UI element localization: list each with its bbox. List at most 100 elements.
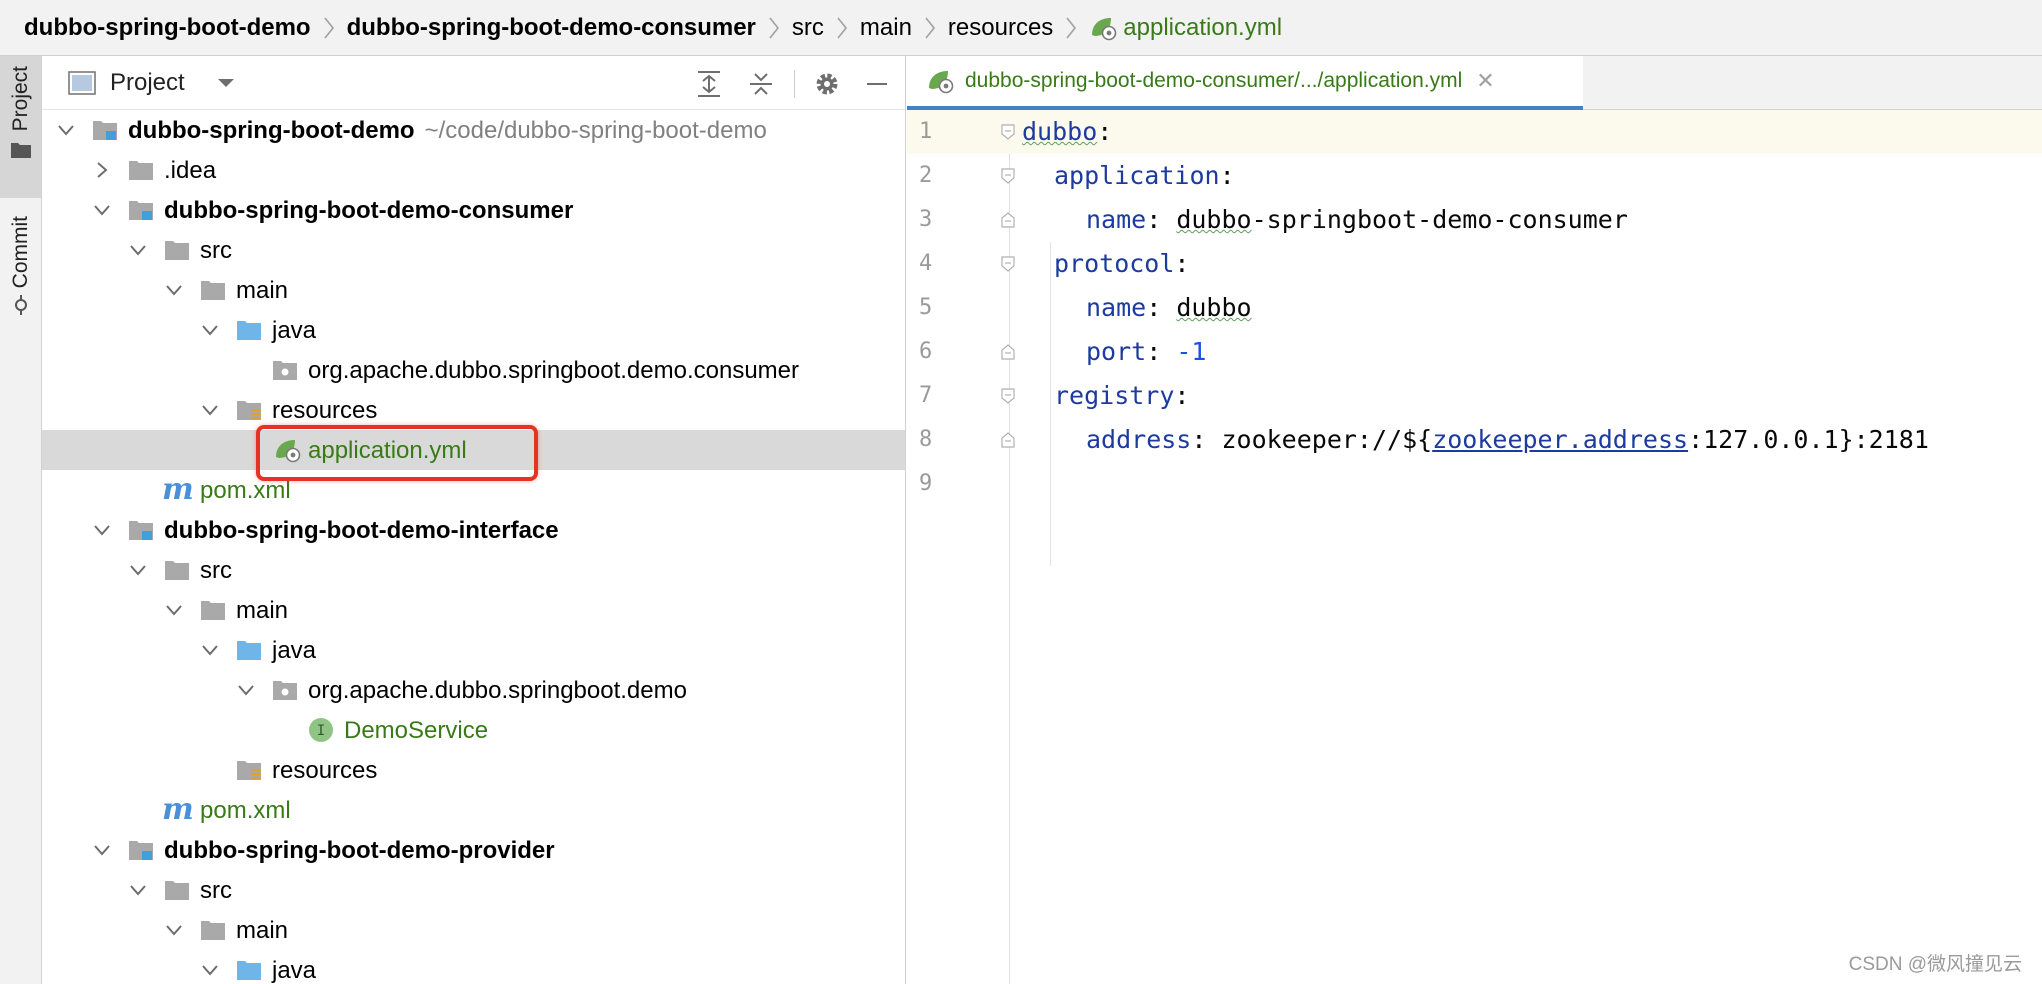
chevron-down-icon[interactable] xyxy=(200,400,220,420)
dropdown-arrow-icon[interactable] xyxy=(215,76,237,90)
tree-row-main[interactable]: main xyxy=(42,910,905,950)
fold-end-icon[interactable] xyxy=(1001,432,1015,448)
package-icon xyxy=(273,361,297,380)
code-line: 4 protocol: xyxy=(907,242,2042,286)
tree-row-java[interactable]: java xyxy=(42,630,905,670)
collapse-all-icon[interactable] xyxy=(746,69,776,99)
tree-row-root-module[interactable]: dubbo-spring-boot-demo ~/code/dubbo-sprin… xyxy=(42,110,905,150)
line-number: 8 xyxy=(919,427,933,452)
fold-icon[interactable] xyxy=(1001,388,1015,404)
line-number: 5 xyxy=(919,295,933,320)
tree-row-main[interactable]: main xyxy=(42,270,905,310)
breadcrumb-file-label: application.yml xyxy=(1123,13,1283,41)
tool-window-strip: Project Commit xyxy=(0,56,42,984)
code-line: 5 name: dubbo xyxy=(907,286,2042,330)
code-line: 2 application: xyxy=(907,154,2042,198)
tree-row-demoservice[interactable]: I DemoService xyxy=(42,710,905,750)
line-number: 7 xyxy=(919,383,933,408)
breadcrumb-item-consumer[interactable]: dubbo-spring-boot-demo-consumer xyxy=(347,0,756,55)
chevron-right-icon[interactable] xyxy=(92,160,112,180)
chevron-down-icon[interactable] xyxy=(92,840,112,860)
header-divider xyxy=(794,70,795,98)
minimize-icon[interactable] xyxy=(862,69,892,99)
tree-label: java xyxy=(272,317,317,344)
fold-icon[interactable] xyxy=(1001,124,1015,140)
editor-tab-application-yml[interactable]: dubbo-spring-boot-demo-consumer/.../appl… xyxy=(907,56,1583,110)
tree-row-resources[interactable]: resources xyxy=(42,390,905,430)
chevron-down-icon[interactable] xyxy=(92,200,112,220)
chevron-right-icon xyxy=(924,15,936,41)
tree-row-main[interactable]: main xyxy=(42,590,905,630)
chevron-down-icon[interactable] xyxy=(128,560,148,580)
source-folder-icon xyxy=(237,961,261,980)
tree-label: dubbo-spring-boot-demo-interface xyxy=(164,517,559,544)
svg-text:I: I xyxy=(317,723,325,739)
chevron-down-icon[interactable] xyxy=(56,120,76,140)
package-icon xyxy=(273,681,297,700)
project-view-icon xyxy=(68,70,96,95)
fold-end-icon[interactable] xyxy=(1001,344,1015,360)
tree-row-interface-module[interactable]: dubbo-spring-boot-demo-interface xyxy=(42,510,905,550)
module-folder-icon xyxy=(129,201,153,220)
line-number: 2 xyxy=(919,163,933,188)
code-text: dubbo: xyxy=(1022,117,1113,146)
chevron-down-icon[interactable] xyxy=(128,880,148,900)
gear-icon[interactable] xyxy=(812,69,842,99)
tree-row-src[interactable]: src xyxy=(42,230,905,270)
breadcrumb-item-file[interactable]: application.yml xyxy=(1089,0,1282,55)
project-panel: Project dubbo-spring-boot-demo ~/code/dub… xyxy=(42,56,906,984)
tree-row-src[interactable]: src xyxy=(42,870,905,910)
code-area[interactable]: 1 dubbo: 2 application: 3 name: dubbo-sp… xyxy=(907,110,2042,506)
chevron-right-icon xyxy=(768,15,780,41)
code-line: 6 port: -1 xyxy=(907,330,2042,374)
tree-row-package-consumer[interactable]: org.apache.dubbo.springboot.demo.consume… xyxy=(42,350,905,390)
project-panel-title: Project xyxy=(110,68,185,96)
breadcrumb-item-src[interactable]: src xyxy=(792,0,824,55)
line-number: 6 xyxy=(919,339,933,364)
module-folder-icon xyxy=(93,121,117,140)
code-line: 7 registry: xyxy=(907,374,2042,418)
tree-row-java[interactable]: java xyxy=(42,950,905,984)
code-text: name: dubbo-springboot-demo-consumer xyxy=(1086,205,1628,234)
fold-icon[interactable] xyxy=(1001,256,1015,272)
folder-icon xyxy=(201,281,225,300)
code-text: application: xyxy=(1054,161,1235,190)
chevron-down-icon[interactable] xyxy=(164,600,184,620)
tree-row-provider-module[interactable]: dubbo-spring-boot-demo-provider xyxy=(42,830,905,870)
spring-yaml-icon xyxy=(1092,17,1117,40)
tree-row-java[interactable]: java xyxy=(42,310,905,350)
tree-row-src[interactable]: src xyxy=(42,550,905,590)
tool-tab-commit[interactable]: Commit xyxy=(0,216,41,326)
code-line: 1 dubbo: xyxy=(907,110,2042,154)
expand-all-icon[interactable] xyxy=(694,69,724,99)
fold-icon[interactable] xyxy=(1001,168,1015,184)
chevron-down-icon[interactable] xyxy=(200,320,220,340)
chevron-down-icon[interactable] xyxy=(200,640,220,660)
tree-label: dubbo-spring-boot-demo-provider xyxy=(164,837,555,864)
tree-row-consumer-module[interactable]: dubbo-spring-boot-demo-consumer xyxy=(42,190,905,230)
close-icon[interactable]: ✕ xyxy=(1476,68,1494,94)
spring-yaml-icon xyxy=(929,71,954,94)
tree-label: dubbo-spring-boot-demo ~/code/dubbo-sprin… xyxy=(128,117,767,144)
tree-row-package-demo[interactable]: org.apache.dubbo.springboot.demo xyxy=(42,670,905,710)
fold-end-icon[interactable] xyxy=(1001,212,1015,228)
folder-icon xyxy=(129,161,153,180)
tree-row-pom-interface[interactable]: m pom.xml xyxy=(42,790,905,830)
breadcrumb-item-resources[interactable]: resources xyxy=(948,0,1053,55)
tree-label: main xyxy=(236,597,289,624)
chevron-down-icon[interactable] xyxy=(164,920,184,940)
chevron-down-icon[interactable] xyxy=(164,280,184,300)
tree-row-idea[interactable]: .idea xyxy=(42,150,905,190)
chevron-down-icon[interactable] xyxy=(92,520,112,540)
chevron-down-icon[interactable] xyxy=(236,680,256,700)
maven-icon: m xyxy=(162,472,194,507)
indent-guide xyxy=(1050,242,1051,566)
chevron-down-icon[interactable] xyxy=(200,960,220,980)
breadcrumb-item-root[interactable]: dubbo-spring-boot-demo xyxy=(24,0,311,55)
breadcrumb-item-main[interactable]: main xyxy=(860,0,912,55)
chevron-down-icon[interactable] xyxy=(128,240,148,260)
property-reference-link[interactable]: zookeeper.address xyxy=(1432,425,1688,454)
tree-label: main xyxy=(236,277,289,304)
tool-tab-project[interactable]: Project xyxy=(0,56,41,198)
tree-row-resources[interactable]: resources xyxy=(42,750,905,790)
